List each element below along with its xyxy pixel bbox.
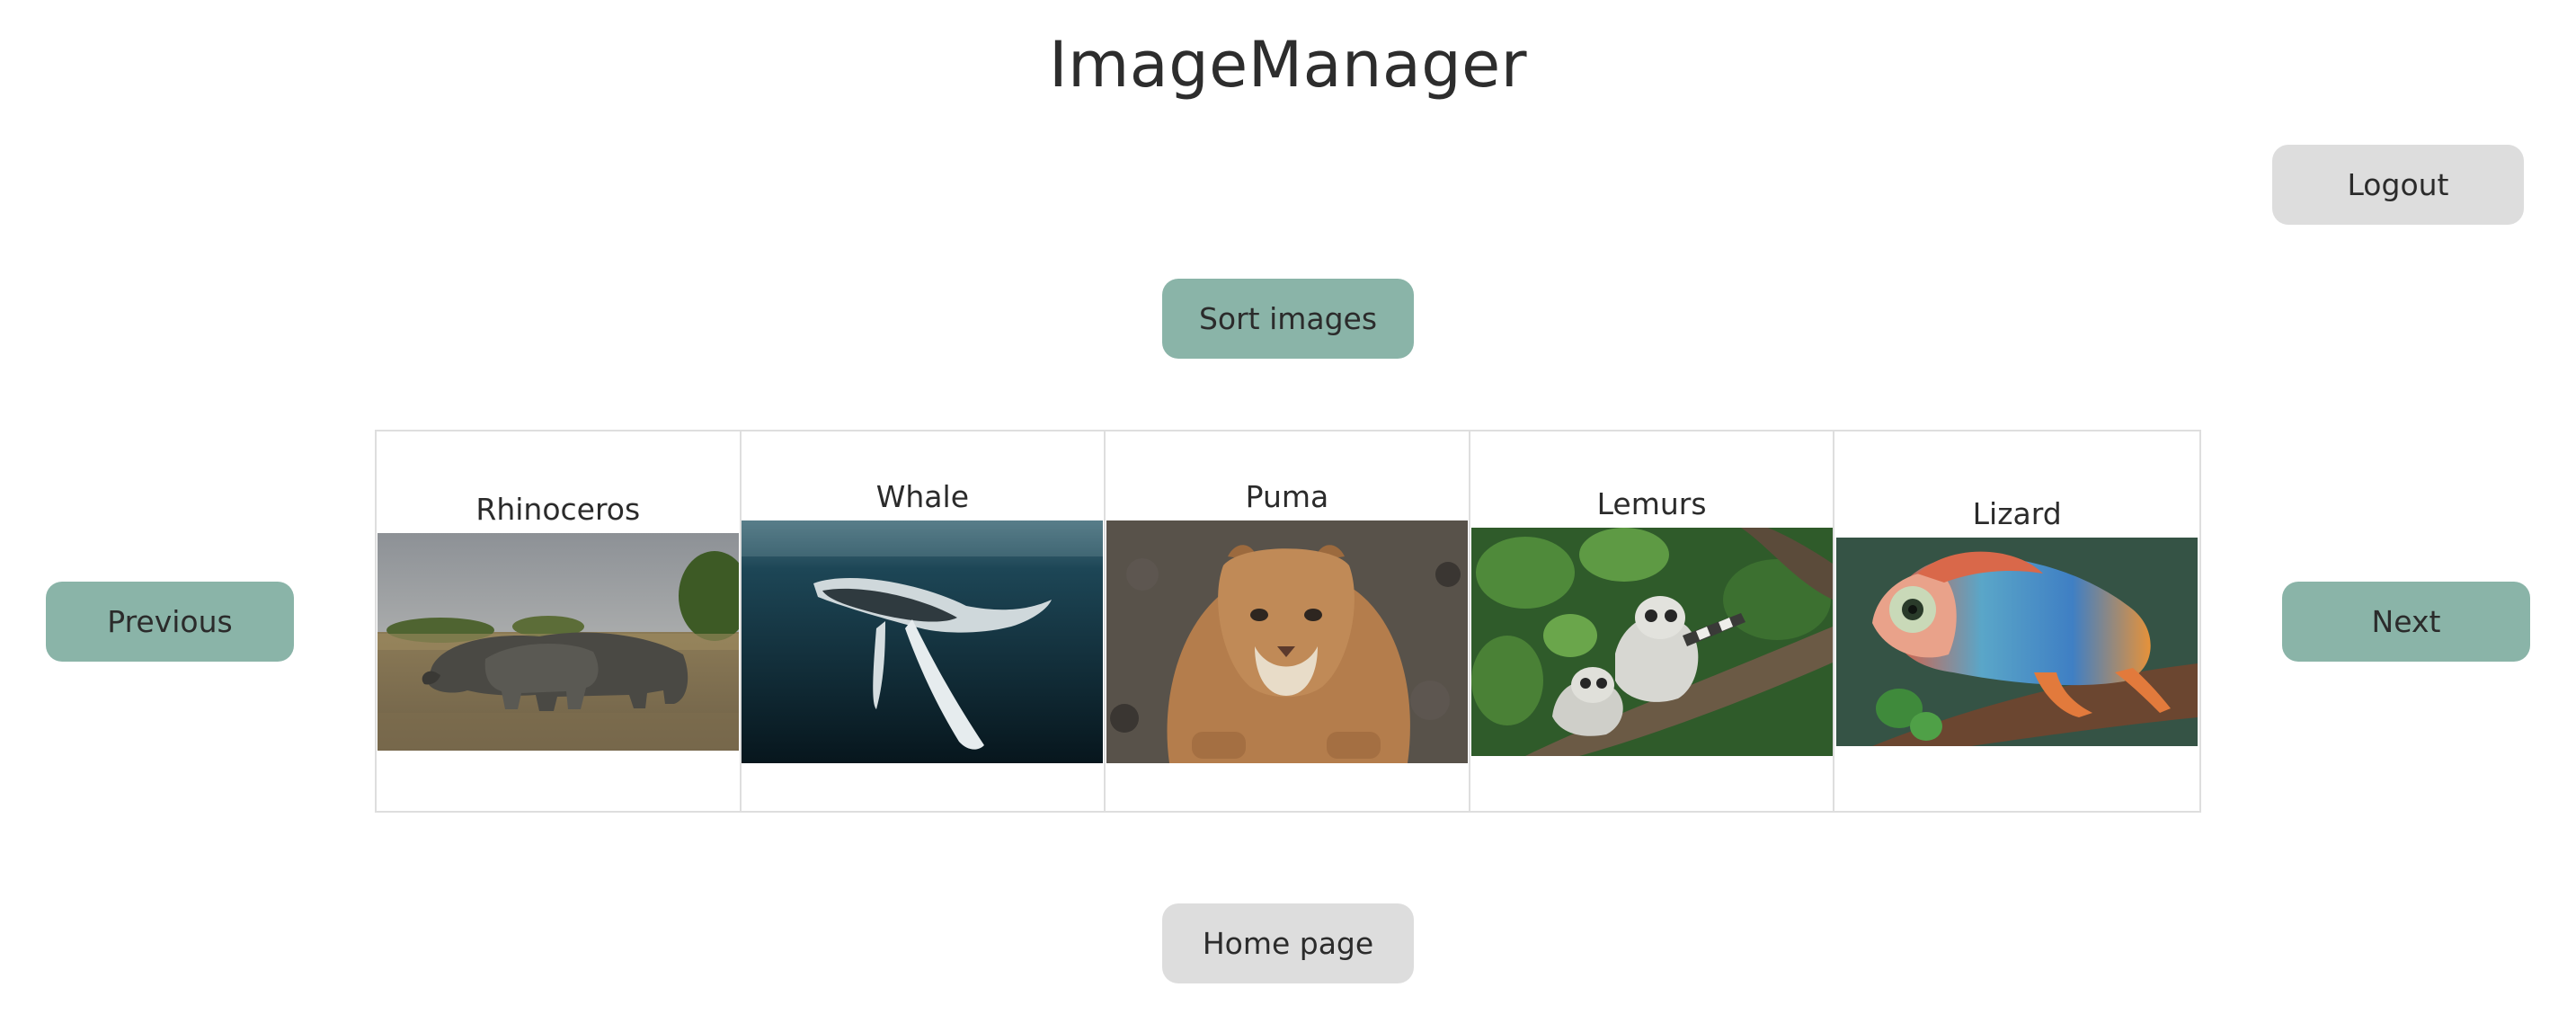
image-gallery: Rhinoceros Whale Puma Lemurs Lizard (375, 430, 2201, 813)
lizard-photo[interactable] (1836, 538, 2198, 746)
image-manager-page: ImageManager Logout Sort images Previous… (0, 0, 2576, 1032)
whale-photo[interactable] (742, 520, 1104, 763)
gallery-item-label: Lemurs (1596, 486, 1707, 521)
sort-images-button[interactable]: Sort images (1162, 279, 1414, 359)
previous-button[interactable]: Previous (46, 582, 294, 662)
rhinoceros-photo[interactable] (377, 533, 739, 751)
puma-photo[interactable] (1106, 520, 1468, 763)
lemurs-photo[interactable] (1470, 528, 1833, 756)
home-page-button[interactable]: Home page (1162, 903, 1414, 983)
next-button[interactable]: Next (2282, 582, 2530, 662)
gallery-item-lizard[interactable]: Lizard (1834, 431, 2199, 811)
app-title: ImageManager (1048, 28, 1528, 102)
logout-button[interactable]: Logout (2272, 145, 2524, 225)
gallery-item-whale[interactable]: Whale (742, 431, 1106, 811)
gallery-item-puma[interactable]: Puma (1106, 431, 1470, 811)
gallery-item-label: Whale (875, 479, 970, 514)
gallery-item-label: Rhinoceros (475, 492, 641, 527)
gallery-item-label: Lizard (1972, 496, 2062, 531)
gallery-item-lemurs[interactable]: Lemurs (1470, 431, 1835, 811)
gallery-item-label: Puma (1245, 479, 1329, 514)
gallery-item-rhinoceros[interactable]: Rhinoceros (377, 431, 742, 811)
